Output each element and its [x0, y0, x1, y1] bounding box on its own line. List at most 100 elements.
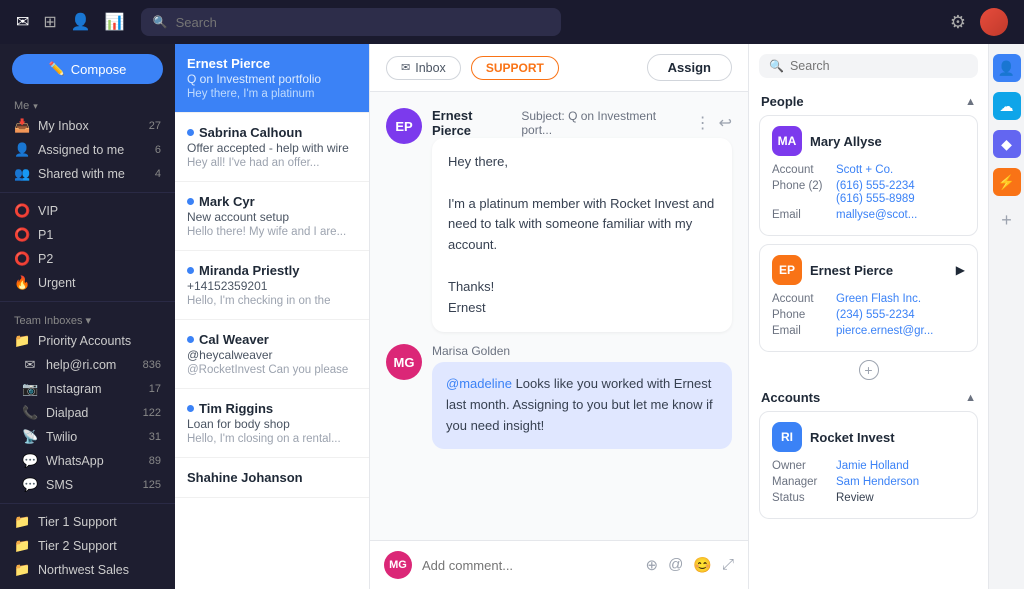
conv-item-4[interactable]: Cal Weaver @heycalweaver @RocketInvest C… — [175, 320, 369, 389]
conv-preview-4: @RocketInvest Can you please — [187, 364, 357, 376]
people-caret-icon[interactable]: ▲ — [965, 96, 976, 108]
right-search-input[interactable] — [790, 59, 968, 73]
sidebar-item-priority-accounts[interactable]: 📁 Priority Accounts — [0, 329, 175, 353]
sidebar-item-vip[interactable]: ⭕ VIP — [0, 199, 175, 223]
main-layout: ✏️ Compose Me ▾ 📥 My Inbox 27 👤 Assigned… — [0, 44, 1024, 589]
sidebar-item-tier1[interactable]: 📁 Tier 1 Support — [0, 510, 175, 534]
input-actions: ⊕ @ 😊 ⤢ — [645, 556, 734, 574]
sidebar-item-sms[interactable]: 💬 SMS 125 — [0, 473, 175, 497]
person2-avatar: EP — [772, 255, 802, 285]
mention-tag: @madeline — [446, 376, 512, 391]
topbar: ✉ ⊞ 👤 📊 🔍 ⚙ — [0, 0, 1024, 44]
chat-input-area: MG ⊕ @ 😊 ⤢ — [370, 540, 748, 589]
tab-inbox[interactable]: ✉ Inbox — [386, 56, 461, 80]
conv-item-1[interactable]: Sabrina Calhoun Offer accepted - help wi… — [175, 113, 369, 182]
conv-item-6[interactable]: Shahine Johanson — [175, 458, 369, 498]
grid-icon[interactable]: ⊞ — [43, 12, 56, 32]
hubspot-icon[interactable]: ⚡ — [993, 168, 1021, 196]
message-body: Hey there, I'm a platinum member with Ro… — [432, 138, 732, 332]
analytics-icon[interactable]: 📊 — [105, 12, 125, 32]
conv-subject-0: Q on Investment portfolio — [187, 72, 357, 86]
accounts-section-header: Accounts ▲ — [749, 384, 988, 411]
sidebar: ✏️ Compose Me ▾ 📥 My Inbox 27 👤 Assigned… — [0, 44, 175, 589]
reply-icon[interactable]: ↩ — [719, 113, 732, 133]
message-0: EP Ernest Pierce Subject: Q on Investmen… — [386, 108, 732, 332]
person2-card: EP Ernest Pierce ▶ Account Green Flash I… — [759, 244, 978, 352]
sidebar-item-p1[interactable]: ⭕ P1 — [0, 223, 175, 247]
shared-icon: 👥 — [14, 166, 30, 182]
account1-manager-row: Manager Sam Henderson — [772, 476, 965, 488]
right-search[interactable]: 🔍 — [759, 54, 978, 78]
global-search-bar[interactable]: 🔍 — [141, 8, 561, 36]
conv-name-4: Cal Weaver — [187, 332, 357, 347]
sidebar-item-help[interactable]: ✉ help@ri.com 836 — [0, 353, 175, 377]
sidebar-item-whatsapp[interactable]: 💬 WhatsApp 89 — [0, 449, 175, 473]
priority-icon: 📁 — [14, 333, 30, 349]
account1-header: RI Rocket Invest — [772, 422, 965, 452]
diamond-icon[interactable]: ◆ — [993, 130, 1021, 158]
vip-icon: ⭕ — [14, 203, 30, 219]
conv-name-0: Ernest Pierce — [187, 56, 357, 71]
person2-arrow-icon: ▶ — [956, 263, 965, 277]
conv-item-0[interactable]: Ernest Pierce Q on Investment portfolio … — [175, 44, 369, 113]
settings-icon[interactable]: ⚙ — [950, 12, 966, 33]
person1-avatar: MA — [772, 126, 802, 156]
person1-account-row: Account Scott + Co. — [772, 164, 965, 176]
conversation-list: Ernest Pierce Q on Investment portfolio … — [175, 44, 370, 589]
comment-input[interactable] — [422, 558, 635, 573]
conv-item-2[interactable]: Mark Cyr New account setup Hello there! … — [175, 182, 369, 251]
reply-avatar: MG — [386, 344, 422, 380]
conv-preview-5: Hello, I'm closing on a rental... — [187, 433, 357, 445]
sidebar-item-dialpad[interactable]: 📞 Dialpad 122 — [0, 401, 175, 425]
emoji-icon[interactable]: 😊 — [693, 556, 712, 574]
message-1: MG Marisa Golden @madeline Looks like yo… — [386, 344, 732, 448]
conv-preview-2: Hello there! My wife and I are... — [187, 226, 357, 238]
accounts-caret-icon[interactable]: ▲ — [965, 392, 976, 404]
sidebar-item-assigned-to-me[interactable]: 👤 Assigned to me 6 — [0, 138, 175, 162]
reply-info: Marisa Golden @madeline Looks like you w… — [432, 344, 732, 448]
at-icon[interactable]: @ — [668, 556, 683, 574]
sidebar-item-my-inbox[interactable]: 📥 My Inbox 27 — [0, 114, 175, 138]
global-search-input[interactable] — [176, 15, 549, 30]
person1-card: MA Mary Allyse Account Scott + Co. Phone… — [759, 115, 978, 236]
mail-icon[interactable]: ✉ — [16, 12, 29, 32]
sidebar-item-urgent[interactable]: 🔥 Urgent — [0, 271, 175, 295]
compose-icon: ✏️ — [49, 61, 65, 77]
person2-phone-row: Phone (234) 555-2234 — [772, 309, 965, 321]
compose-button[interactable]: ✏️ Compose — [12, 54, 163, 84]
add-person-button[interactable]: + — [859, 360, 879, 380]
sidebar-item-tier2[interactable]: 📁 Tier 2 Support — [0, 534, 175, 558]
add-integration-icon[interactable]: + — [1001, 210, 1012, 231]
avatar[interactable] — [980, 8, 1008, 36]
whatsapp-icon: 💬 — [22, 453, 38, 469]
conv-name-5: Tim Riggins — [187, 401, 357, 416]
msg-name-row: Ernest Pierce Subject: Q on Investment p… — [432, 108, 732, 138]
conv-preview-1: Hey all! I've had an offer... — [187, 157, 357, 169]
sidebar-item-p2[interactable]: ⭕ P2 — [0, 247, 175, 271]
conv-item-5[interactable]: Tim Riggins Loan for body shop Hello, I'… — [175, 389, 369, 458]
sidebar-item-instagram[interactable]: 📷 Instagram 17 — [0, 377, 175, 401]
unread-dot — [187, 267, 194, 274]
sidebar-item-shared-with-me[interactable]: 👥 Shared with me 4 — [0, 162, 175, 186]
p1-icon: ⭕ — [14, 227, 30, 243]
conv-name-2: Mark Cyr — [187, 194, 357, 209]
conv-subject-3: +14152359201 — [187, 279, 357, 293]
conv-item-3[interactable]: Miranda Priestly +14152359201 Hello, I'm… — [175, 251, 369, 320]
more-options-icon[interactable]: ⋮ — [695, 113, 711, 133]
tab-support[interactable]: SUPPORT — [471, 56, 559, 80]
sidebar-item-northwest[interactable]: 📁 Northwest Sales — [0, 558, 175, 582]
person1-name: Mary Allyse — [810, 134, 965, 149]
inbox-tab-icon: ✉ — [401, 61, 410, 74]
assign-button[interactable]: Assign — [647, 54, 732, 81]
chat-messages: EP Ernest Pierce Subject: Q on Investmen… — [370, 92, 748, 540]
conv-name-6: Shahine Johanson — [187, 470, 357, 485]
add-icon[interactable]: ⊕ — [645, 556, 658, 574]
sidebar-item-twilio[interactable]: 📡 Twilio 31 — [0, 425, 175, 449]
twilio-icon: 📡 — [22, 429, 38, 445]
expand-icon[interactable]: ⤢ — [722, 556, 734, 574]
sidebar-divider — [0, 192, 175, 193]
crm-icon[interactable]: 👤 — [993, 54, 1021, 82]
contacts-icon[interactable]: 👤 — [71, 12, 91, 32]
conv-preview-3: Hello, I'm checking in on the — [187, 295, 357, 307]
cloud-icon[interactable]: ☁ — [993, 92, 1021, 120]
